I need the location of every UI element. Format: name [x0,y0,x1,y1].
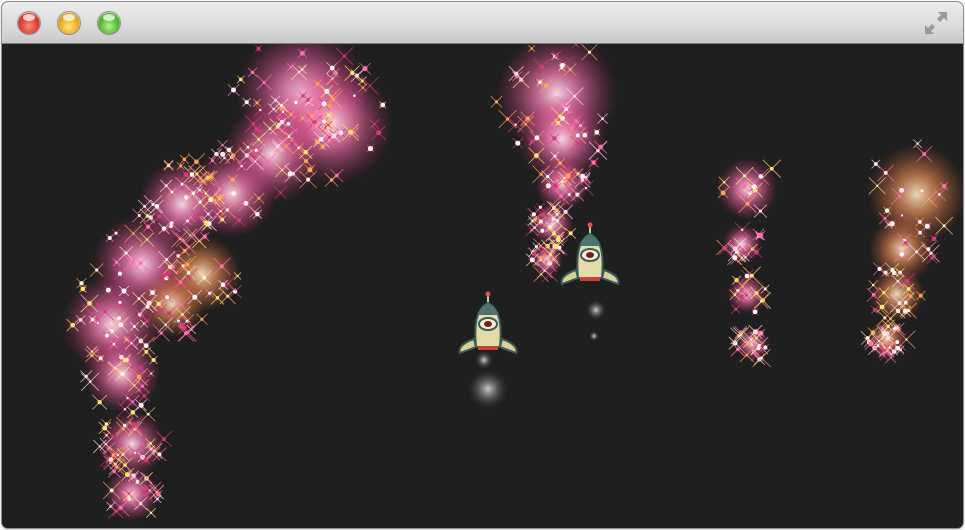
sparkle-star [751,308,759,316]
sparkle-star [149,289,156,296]
sparkle-star [367,145,374,152]
glow-clouds [62,44,963,522]
sparkle-star [593,129,601,136]
minimize-button[interactable] [58,12,80,34]
sparkle-star [379,101,387,109]
game-window [2,2,963,528]
sparkle-star [217,193,225,201]
sparkle-field [62,44,963,522]
fullscreen-arrows-icon[interactable] [923,10,949,36]
maximize-button[interactable] [98,12,120,34]
title-bar[interactable] [2,2,963,44]
sparkle-star [923,222,931,230]
close-button[interactable] [18,12,40,34]
game-canvas[interactable] [2,44,963,528]
sparkle-star [581,131,589,139]
rocket-ship-right[interactable] [556,222,624,290]
rocket-icon [458,291,518,355]
rocket-ship-left[interactable] [454,291,522,359]
rocket-icon [560,222,620,286]
